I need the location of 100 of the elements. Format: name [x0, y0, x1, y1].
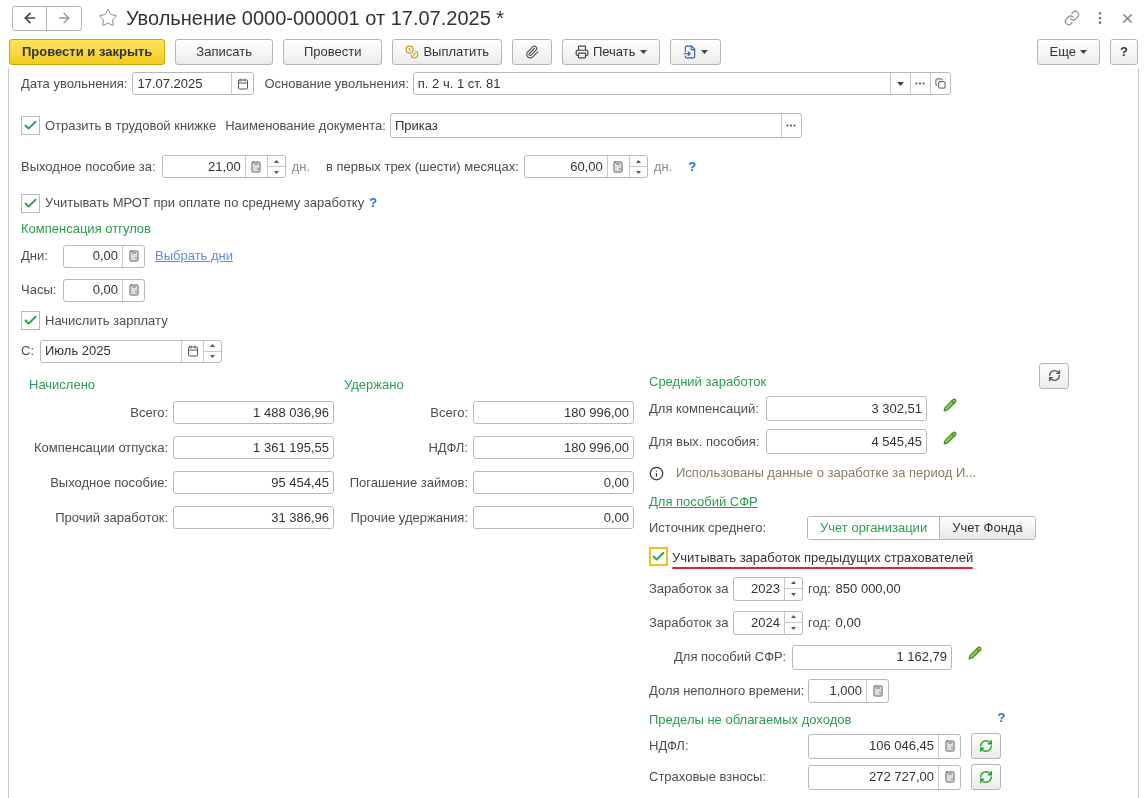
checkbox[interactable]	[649, 547, 668, 566]
toolbar-button[interactable]: Провести	[282, 39, 383, 65]
section-heading: Пределы не облагаемых доходов	[649, 710, 852, 729]
more-button[interactable]: Еще	[1036, 39, 1100, 65]
value-input[interactable]: 17.07.2025	[133, 73, 232, 94]
number-field[interactable]: 0,00	[474, 507, 633, 528]
up-arrow-icon[interactable]	[791, 615, 796, 619]
checkbox[interactable]	[21, 116, 40, 135]
checkbox[interactable]	[21, 311, 40, 330]
number-field[interactable]: 1,000	[808, 678, 889, 703]
number-field[interactable]: 180 996,00	[474, 402, 633, 423]
down-arrow-icon[interactable]	[210, 355, 215, 358]
number-field[interactable]: 95 454,45	[174, 472, 333, 493]
value-input[interactable]: 106 046,45	[809, 734, 938, 758]
down-arrow-icon[interactable]	[273, 170, 279, 174]
up-arrow-icon[interactable]	[273, 159, 279, 163]
calculator-icon[interactable]	[943, 771, 956, 783]
number-field[interactable]: 272 727,00	[808, 764, 961, 790]
value-input[interactable]: 2023	[734, 577, 784, 600]
attach-button[interactable]	[511, 39, 552, 65]
value-input[interactable]: 272 727,00	[809, 765, 938, 789]
link-icon[interactable]	[1064, 10, 1080, 26]
basis-dropdown[interactable]: п. 2 ч. 1 ст. 81	[412, 72, 951, 95]
calculator-icon[interactable]	[127, 250, 140, 262]
number-field[interactable]: 1 488 036,96	[174, 402, 333, 423]
year-field[interactable]: 2024	[733, 610, 803, 635]
refresh-icon[interactable]	[979, 770, 993, 784]
forward-arrow-icon[interactable]	[56, 10, 72, 26]
star-icon[interactable]	[98, 8, 118, 28]
calculator-icon[interactable]	[943, 740, 956, 752]
paperclip-icon	[524, 45, 539, 59]
number-field[interactable]: 1 162,79	[793, 645, 951, 669]
value-input[interactable]: 21,00	[162, 156, 245, 177]
field-label: год:	[808, 613, 831, 632]
document-arrow-icon	[682, 45, 697, 59]
number-field[interactable]: 0,00	[63, 278, 145, 302]
help-button[interactable]: ?	[1110, 39, 1138, 65]
number-field[interactable]: 0,00	[63, 244, 145, 268]
pay-button[interactable]: Выплатить	[392, 39, 502, 65]
calendar-icon[interactable]	[236, 77, 249, 90]
field-label: Погашение займов:	[349, 473, 468, 492]
help-link[interactable]: ?	[997, 707, 1006, 728]
number-field[interactable]: 1 361 195,55	[174, 437, 333, 458]
month-field[interactable]: Июль 2025	[40, 339, 222, 363]
post-and-close-button[interactable]: Провести и закрыть	[9, 39, 166, 65]
value-input[interactable]: п. 2 ч. 1 ст. 81	[413, 73, 890, 94]
down-arrow-icon[interactable]	[791, 592, 796, 596]
field-label: Компенсации отпуска:	[33, 438, 168, 457]
value-input[interactable]: 0,00	[64, 245, 122, 267]
value-input[interactable]: 2024	[734, 611, 784, 634]
info-icon	[649, 465, 664, 481]
number-field[interactable]: 106 046,45	[808, 733, 961, 759]
refresh-icon[interactable]	[1047, 369, 1061, 382]
down-arrow-icon[interactable]	[635, 170, 641, 174]
coins-icon	[405, 45, 420, 59]
refresh-button[interactable]	[971, 733, 1001, 759]
calculator-icon[interactable]	[250, 160, 263, 173]
source-toggle[interactable]: Учет Фонда	[939, 516, 1035, 539]
print-button[interactable]: Печать	[561, 39, 660, 65]
sfr-link[interactable]: Для пособий СФР	[649, 492, 758, 512]
caret-icon	[896, 81, 904, 86]
pencil-icon[interactable]	[943, 397, 957, 412]
field-label: НДФЛ:	[428, 438, 468, 457]
up-arrow-icon[interactable]	[635, 159, 641, 163]
number-field[interactable]: 0,00	[474, 472, 633, 493]
down-arrow-icon[interactable]	[791, 626, 796, 630]
value-input[interactable]: 60,00	[524, 156, 607, 177]
value-input[interactable]: 1,000	[809, 679, 866, 702]
value-input[interactable]: Июль 2025	[41, 340, 181, 362]
refresh-button[interactable]	[1039, 362, 1069, 389]
field-label: Начислить зарплату	[45, 311, 168, 330]
calculator-icon[interactable]	[871, 684, 884, 697]
pencil-icon[interactable]	[943, 430, 957, 445]
calculator-icon[interactable]	[612, 160, 625, 173]
pencil-icon[interactable]	[968, 646, 982, 660]
calendar-icon[interactable]	[186, 345, 199, 357]
number-field[interactable]: 60,00	[523, 155, 648, 178]
section-heading: Начислено	[29, 375, 97, 394]
refresh-button[interactable]	[971, 764, 1001, 790]
number-field[interactable]: 21,00	[161, 155, 286, 178]
date-field[interactable]: 17.07.2025	[132, 72, 255, 95]
number-field[interactable]: 180 996,00	[474, 437, 633, 458]
field-label: Для вых. пособия:	[649, 432, 761, 451]
field-label: дн.	[653, 157, 673, 176]
ellipsis-icon	[786, 124, 797, 127]
calculator-icon[interactable]	[127, 284, 140, 296]
toolbar-button[interactable]: Записать	[175, 39, 273, 65]
up-arrow-icon[interactable]	[791, 581, 796, 585]
number-field[interactable]: 4 545,45	[767, 430, 926, 453]
up-arrow-icon[interactable]	[210, 344, 215, 347]
value-input[interactable]: 0,00	[64, 279, 122, 301]
export-button[interactable]	[669, 39, 721, 65]
checkbox[interactable]	[21, 193, 40, 213]
number-field[interactable]: 31 386,96	[174, 507, 333, 528]
number-field[interactable]: 3 302,51	[767, 397, 926, 420]
ellipsis-icon	[915, 82, 926, 85]
help-link[interactable]: ?	[369, 193, 378, 213]
year-field[interactable]: 2023	[733, 576, 803, 601]
help-link[interactable]: ?	[688, 156, 697, 177]
refresh-icon[interactable]	[979, 739, 993, 753]
